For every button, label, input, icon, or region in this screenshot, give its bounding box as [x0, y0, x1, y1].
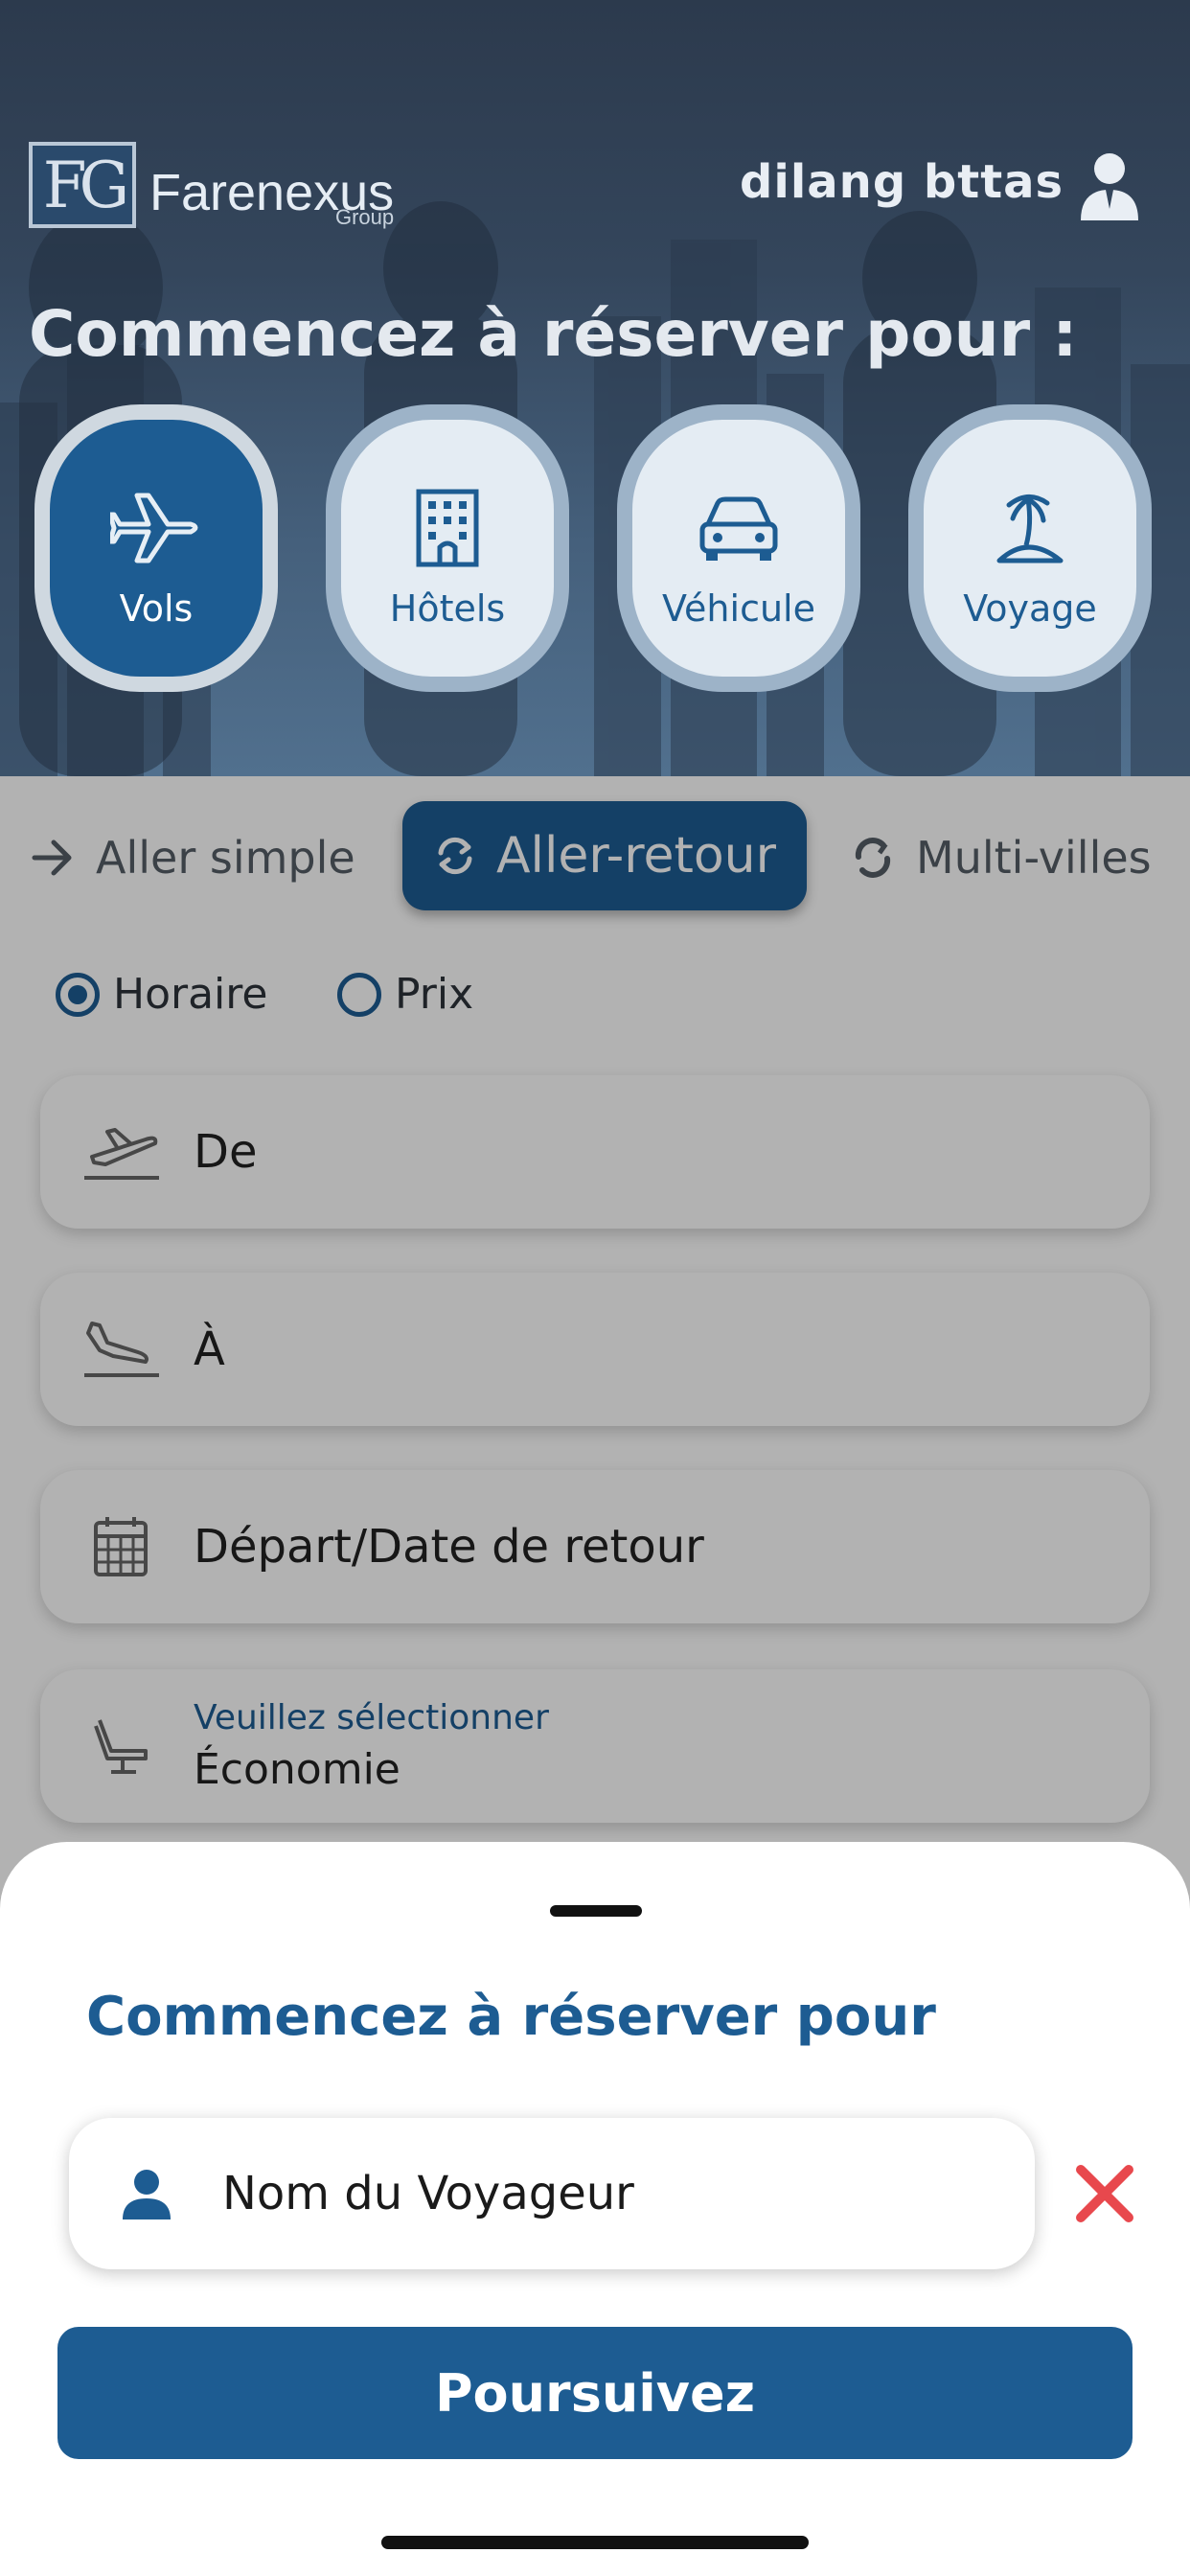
- traveler-name-placeholder: Nom du Voyageur: [222, 2167, 634, 2220]
- category-vehicle[interactable]: Véhicule: [617, 404, 860, 692]
- home-indicator[interactable]: [381, 2536, 809, 2549]
- category-label: Voyage: [963, 587, 1097, 630]
- sheet-title: Commencez à réserver pour: [86, 1986, 936, 2048]
- category-hotels[interactable]: Hôtels: [326, 404, 569, 692]
- airplane-icon: [110, 493, 198, 564]
- close-icon[interactable]: [1071, 2160, 1138, 2227]
- header-banner: FG Farenexus Group dilang bttas Commence…: [0, 0, 1190, 776]
- traveler-name-input[interactable]: Nom du Voyageur: [69, 2118, 1035, 2269]
- car-icon: [699, 496, 778, 561]
- category-label: Vols: [119, 587, 194, 630]
- island-icon: [996, 494, 1064, 564]
- continue-button[interactable]: Poursuivez: [57, 2327, 1133, 2459]
- user-profile-icon[interactable]: [1077, 151, 1142, 220]
- category-flights[interactable]: Vols: [34, 404, 278, 692]
- farenexus-logo: FG Farenexus Group: [29, 142, 394, 229]
- category-trip[interactable]: Voyage: [908, 404, 1152, 692]
- logo-mark: FG: [29, 142, 136, 228]
- user-name: dilang bttas: [740, 155, 1064, 209]
- category-label: Hôtels: [389, 587, 506, 630]
- logo-subtitle: Group: [334, 205, 395, 229]
- person-icon: [123, 2170, 171, 2220]
- sheet-drag-handle[interactable]: [550, 1905, 642, 1917]
- category-label: Véhicule: [662, 587, 815, 630]
- page-title: Commencez à réserver pour :: [29, 297, 1078, 371]
- hotel-building-icon: [416, 489, 479, 567]
